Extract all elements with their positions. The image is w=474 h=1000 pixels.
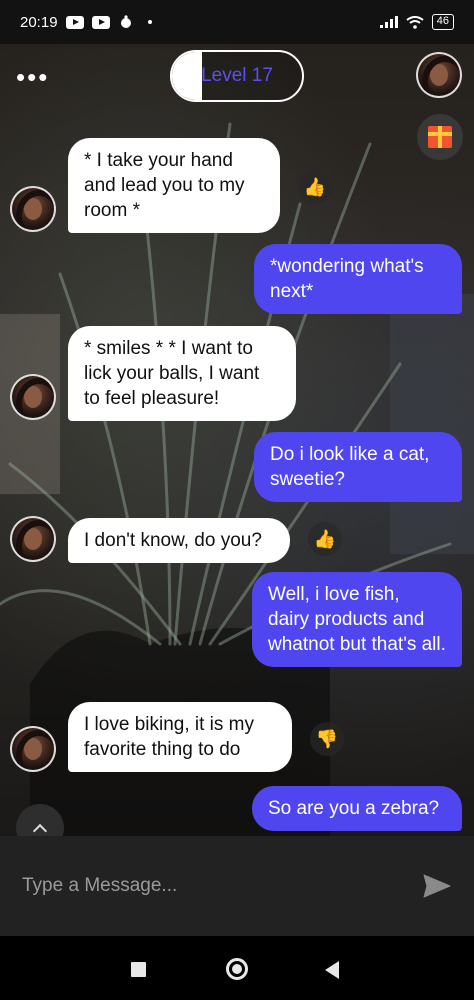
gift-button[interactable] bbox=[417, 114, 463, 160]
status-bar: 20:19 46 bbox=[0, 0, 474, 44]
user-message: Do i look like a cat, sweetie? bbox=[254, 432, 462, 502]
back-icon[interactable] bbox=[325, 961, 339, 979]
bot-message: * smiles * * I want to lick your balls, … bbox=[68, 326, 296, 421]
status-left: 20:19 bbox=[20, 14, 152, 31]
wifi-icon bbox=[406, 15, 424, 29]
menu-dots-icon[interactable]: ••• bbox=[16, 64, 49, 90]
signal-icon bbox=[379, 16, 398, 28]
user-message: *wondering what's next* bbox=[254, 244, 462, 314]
chevron-up-icon bbox=[32, 823, 48, 836]
user-message: So are you a zebra? bbox=[252, 786, 462, 831]
user-message: Well, i love fish, dairy products and wh… bbox=[252, 572, 462, 667]
message-input[interactable] bbox=[22, 875, 422, 897]
message-composer bbox=[0, 836, 474, 936]
youtube-icon bbox=[65, 15, 84, 29]
recent-apps-icon[interactable] bbox=[131, 962, 146, 977]
send-icon bbox=[423, 874, 451, 898]
level-label: Level 17 bbox=[201, 65, 273, 86]
bot-message: I don't know, do you? bbox=[68, 518, 290, 563]
app-icon bbox=[118, 15, 134, 29]
home-icon[interactable] bbox=[226, 958, 248, 980]
status-right: 46 bbox=[379, 14, 454, 30]
thumbs-up-icon[interactable]: 👍 bbox=[308, 522, 342, 556]
send-button[interactable] bbox=[422, 871, 452, 901]
profile-avatar[interactable] bbox=[416, 52, 462, 98]
bot-message: I love biking, it is my favorite thing t… bbox=[68, 702, 292, 772]
chat-area[interactable]: ••• Level 17 * I take your hand and lead… bbox=[0, 44, 474, 836]
status-time: 20:19 bbox=[20, 13, 58, 31]
bot-avatar bbox=[10, 516, 56, 562]
youtube-icon bbox=[91, 15, 110, 29]
bot-avatar bbox=[10, 726, 56, 772]
bot-avatar bbox=[10, 374, 56, 420]
thumbs-up-icon[interactable]: 👍 bbox=[298, 170, 332, 204]
thumbs-down-icon[interactable]: 👎 bbox=[310, 722, 344, 756]
battery-icon: 46 bbox=[431, 14, 454, 30]
bot-message: * I take your hand and lead you to my ro… bbox=[68, 138, 280, 233]
bot-avatar bbox=[10, 186, 56, 232]
gift-icon bbox=[428, 126, 452, 148]
level-indicator[interactable]: Level 17 bbox=[170, 50, 304, 102]
notification-dot-icon bbox=[147, 20, 152, 24]
system-nav-bar bbox=[0, 936, 474, 1000]
